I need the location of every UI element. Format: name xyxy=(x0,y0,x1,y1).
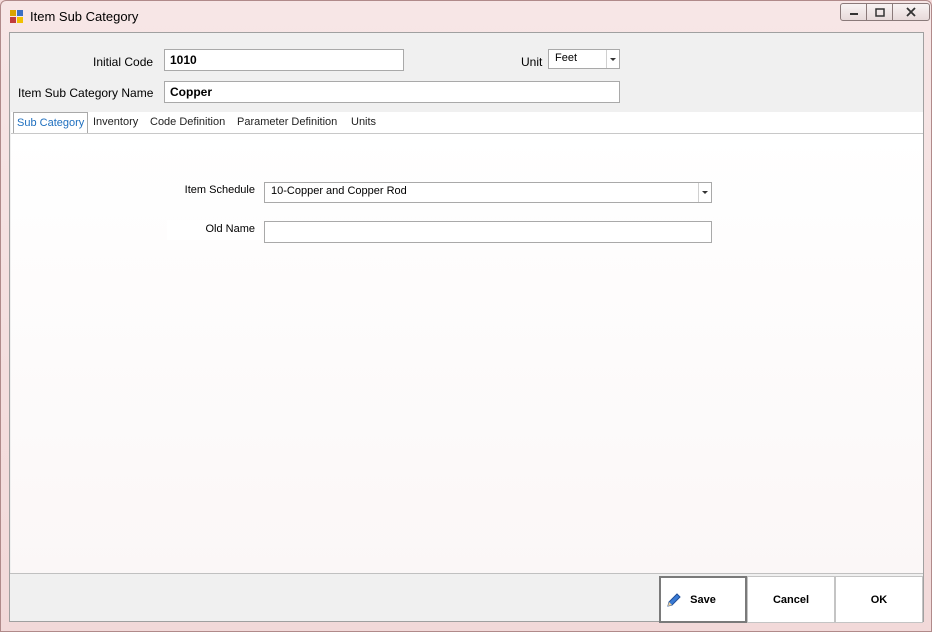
minimize-button[interactable] xyxy=(840,3,867,21)
tab-sub-category[interactable]: Sub Category xyxy=(13,112,89,134)
chevron-down-icon[interactable] xyxy=(606,50,619,68)
unit-label: Unit xyxy=(521,55,543,69)
chevron-down-icon[interactable] xyxy=(698,183,711,202)
initial-code-input[interactable]: 1010 xyxy=(164,49,404,71)
button-bar: Save Cancel OK xyxy=(10,573,923,623)
minimize-icon xyxy=(849,13,858,15)
tab-strip: Sub Category Inventory Code Definition P… xyxy=(11,112,923,134)
close-icon xyxy=(906,7,916,17)
old-name-input[interactable] xyxy=(264,221,712,243)
item-schedule-label: Item Schedule xyxy=(184,184,255,196)
unit-select[interactable]: Feet xyxy=(548,49,620,69)
cancel-button[interactable]: Cancel xyxy=(747,576,835,623)
save-label: Save xyxy=(690,593,716,606)
tab-code-definition[interactable]: Code Definition xyxy=(147,114,228,130)
save-button[interactable]: Save xyxy=(659,576,747,623)
old-name-label: Old Name xyxy=(167,220,261,240)
item-schedule-value: 10-Copper and Copper Rod xyxy=(271,185,407,197)
name-input[interactable]: Copper xyxy=(164,81,620,103)
title-bar[interactable]: Item Sub Category xyxy=(1,1,931,32)
maximize-icon xyxy=(874,7,885,17)
tab-inventory[interactable]: Inventory xyxy=(90,114,141,130)
pencil-icon xyxy=(667,593,681,607)
sub-category-tab-page: Item Schedule 10-Copper and Copper Rod O… xyxy=(11,133,923,573)
ok-button[interactable]: OK xyxy=(835,576,923,623)
app-icon xyxy=(10,10,24,24)
window-title: Item Sub Category xyxy=(30,9,139,24)
client-area: Initial Code 1010 Unit Feet Item Sub Cat… xyxy=(9,32,924,623)
item-sub-category-window: Item Sub Category Initial Code 1010 Unit… xyxy=(0,0,932,632)
item-schedule-select[interactable]: 10-Copper and Copper Rod xyxy=(264,182,712,203)
name-label: Item Sub Category Name xyxy=(18,86,154,100)
tab-parameter-definition[interactable]: Parameter Definition xyxy=(234,114,340,130)
maximize-button[interactable] xyxy=(866,3,893,21)
close-button[interactable] xyxy=(892,3,930,21)
unit-select-value: Feet xyxy=(555,52,578,64)
tab-units[interactable]: Units xyxy=(348,114,379,130)
initial-code-label: Initial Code xyxy=(93,55,154,69)
